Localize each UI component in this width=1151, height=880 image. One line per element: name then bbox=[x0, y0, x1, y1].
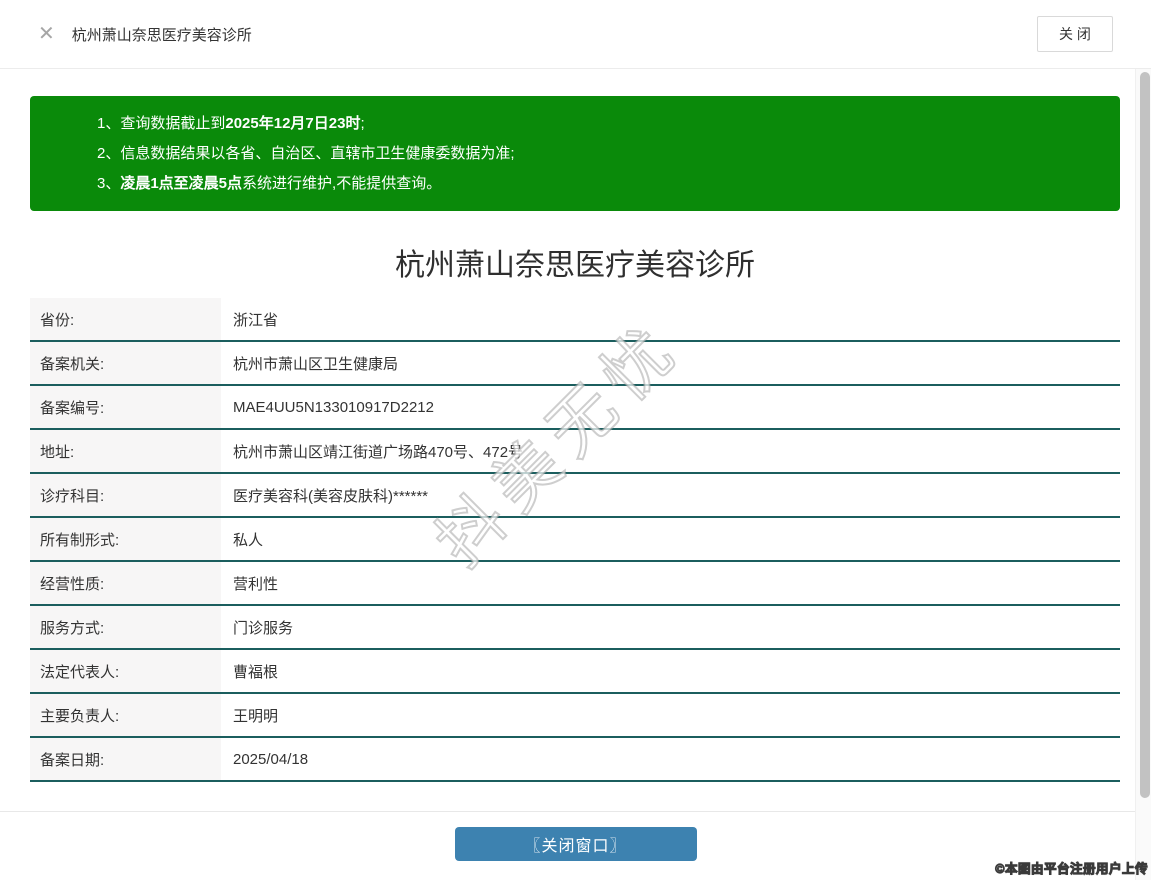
row-value: 2025/04/18 bbox=[221, 738, 1120, 780]
row-value: 门诊服务 bbox=[221, 606, 1120, 648]
table-row-business-nature: 经营性质: 营利性 bbox=[30, 562, 1120, 606]
close-icon[interactable]: ✕ bbox=[38, 24, 55, 44]
close-window-button[interactable]: 〖关闭窗口〗 bbox=[454, 827, 697, 861]
row-value: 医疗美容科(美容皮肤科)****** bbox=[221, 474, 1120, 516]
row-label: 所有制形式: bbox=[30, 518, 221, 560]
row-label: 省份: bbox=[30, 298, 221, 340]
notice-banner: 1、查询数据截止到2025年12月7日23时; 2、信息数据结果以各省、自治区、… bbox=[30, 96, 1120, 211]
notice-line-3-bold: 凌晨1点至凌晨5点 bbox=[120, 175, 243, 192]
close-button[interactable]: 关 闭 bbox=[1037, 16, 1113, 52]
table-row-filing-number: 备案编号: MAE4UU5N133010917D2212 bbox=[30, 386, 1120, 430]
vertical-scrollbar-track[interactable] bbox=[1135, 69, 1151, 880]
table-row-service-mode: 服务方式: 门诊服务 bbox=[30, 606, 1120, 650]
content-area: 1、查询数据截止到2025年12月7日23时; 2、信息数据结果以各省、自治区、… bbox=[0, 69, 1151, 782]
table-row-filing-date: 备案日期: 2025/04/18 bbox=[30, 738, 1120, 782]
row-label: 经营性质: bbox=[30, 562, 221, 604]
row-value: MAE4UU5N133010917D2212 bbox=[221, 386, 1120, 428]
row-label: 诊疗科目: bbox=[30, 474, 221, 516]
row-label: 服务方式: bbox=[30, 606, 221, 648]
table-row-medical-subjects: 诊疗科目: 医疗美容科(美容皮肤科)****** bbox=[30, 474, 1120, 518]
window-title: 杭州萧山奈思医疗美容诊所 bbox=[71, 26, 252, 44]
top-bar: ✕ 杭州萧山奈思医疗美容诊所 关 闭 bbox=[0, 0, 1151, 69]
notice-line-2-text: 信息数据结果以各省、自治区、直辖市卫生健康委数据为准; bbox=[120, 145, 515, 162]
row-label: 地址: bbox=[30, 430, 221, 472]
row-label: 法定代表人: bbox=[30, 650, 221, 692]
notice-line-1-bold: 2025年12月7日23时 bbox=[225, 115, 361, 132]
row-value: 营利性 bbox=[221, 562, 1120, 604]
table-row-address: 地址: 杭州市萧山区靖江街道广场路470号、472号 bbox=[30, 430, 1120, 474]
table-row-ownership: 所有制形式: 私人 bbox=[30, 518, 1120, 562]
row-label: 备案机关: bbox=[30, 342, 221, 384]
record-detail-page: ✕ 杭州萧山奈思医疗美容诊所 关 闭 1、查询数据截止到2025年12月7日23… bbox=[0, 0, 1151, 880]
row-value: 私人 bbox=[221, 518, 1120, 560]
notice-line-1-pre: 查询数据截止到 bbox=[120, 115, 226, 132]
vertical-scrollbar-thumb[interactable] bbox=[1140, 72, 1150, 798]
row-value: 杭州市萧山区靖江街道广场路470号、472号 bbox=[221, 430, 1120, 472]
notice-line-1-post: ; bbox=[360, 115, 365, 132]
notice-line-3-num: 3、 bbox=[97, 175, 121, 192]
footer-bar: 〖关闭窗口〗 bbox=[0, 811, 1151, 866]
table-row-person-in-charge: 主要负责人: 王明明 bbox=[30, 694, 1120, 738]
notice-line-3: 3、凌晨1点至凌晨5点系统进行维护,不能提供查询。 bbox=[97, 169, 1100, 199]
table-row-legal-representative: 法定代表人: 曹福根 bbox=[30, 650, 1120, 694]
row-value: 浙江省 bbox=[221, 298, 1120, 340]
record-table: 省份: 浙江省 备案机关: 杭州市萧山区卫生健康局 备案编号: MAE4UU5N… bbox=[30, 298, 1120, 782]
row-value: 杭州市萧山区卫生健康局 bbox=[221, 342, 1120, 384]
table-row-province: 省份: 浙江省 bbox=[30, 298, 1120, 342]
notice-line-3-post: 系统进行维护,不能提供查询。 bbox=[242, 175, 442, 192]
clinic-title: 杭州萧山奈思医疗美容诊所 bbox=[395, 249, 755, 282]
row-label: 主要负责人: bbox=[30, 694, 221, 736]
table-row-filing-authority: 备案机关: 杭州市萧山区卫生健康局 bbox=[30, 342, 1120, 386]
notice-line-1: 1、查询数据截止到2025年12月7日23时; bbox=[97, 109, 1100, 139]
notice-line-1-num: 1、 bbox=[97, 115, 121, 132]
row-label: 备案日期: bbox=[30, 738, 221, 780]
row-label: 备案编号: bbox=[30, 386, 221, 428]
notice-line-2: 2、信息数据结果以各省、自治区、直辖市卫生健康委数据为准; bbox=[97, 139, 1100, 169]
notice-line-2-num: 2、 bbox=[97, 145, 121, 162]
row-value: 曹福根 bbox=[221, 650, 1120, 692]
row-value: 王明明 bbox=[221, 694, 1120, 736]
